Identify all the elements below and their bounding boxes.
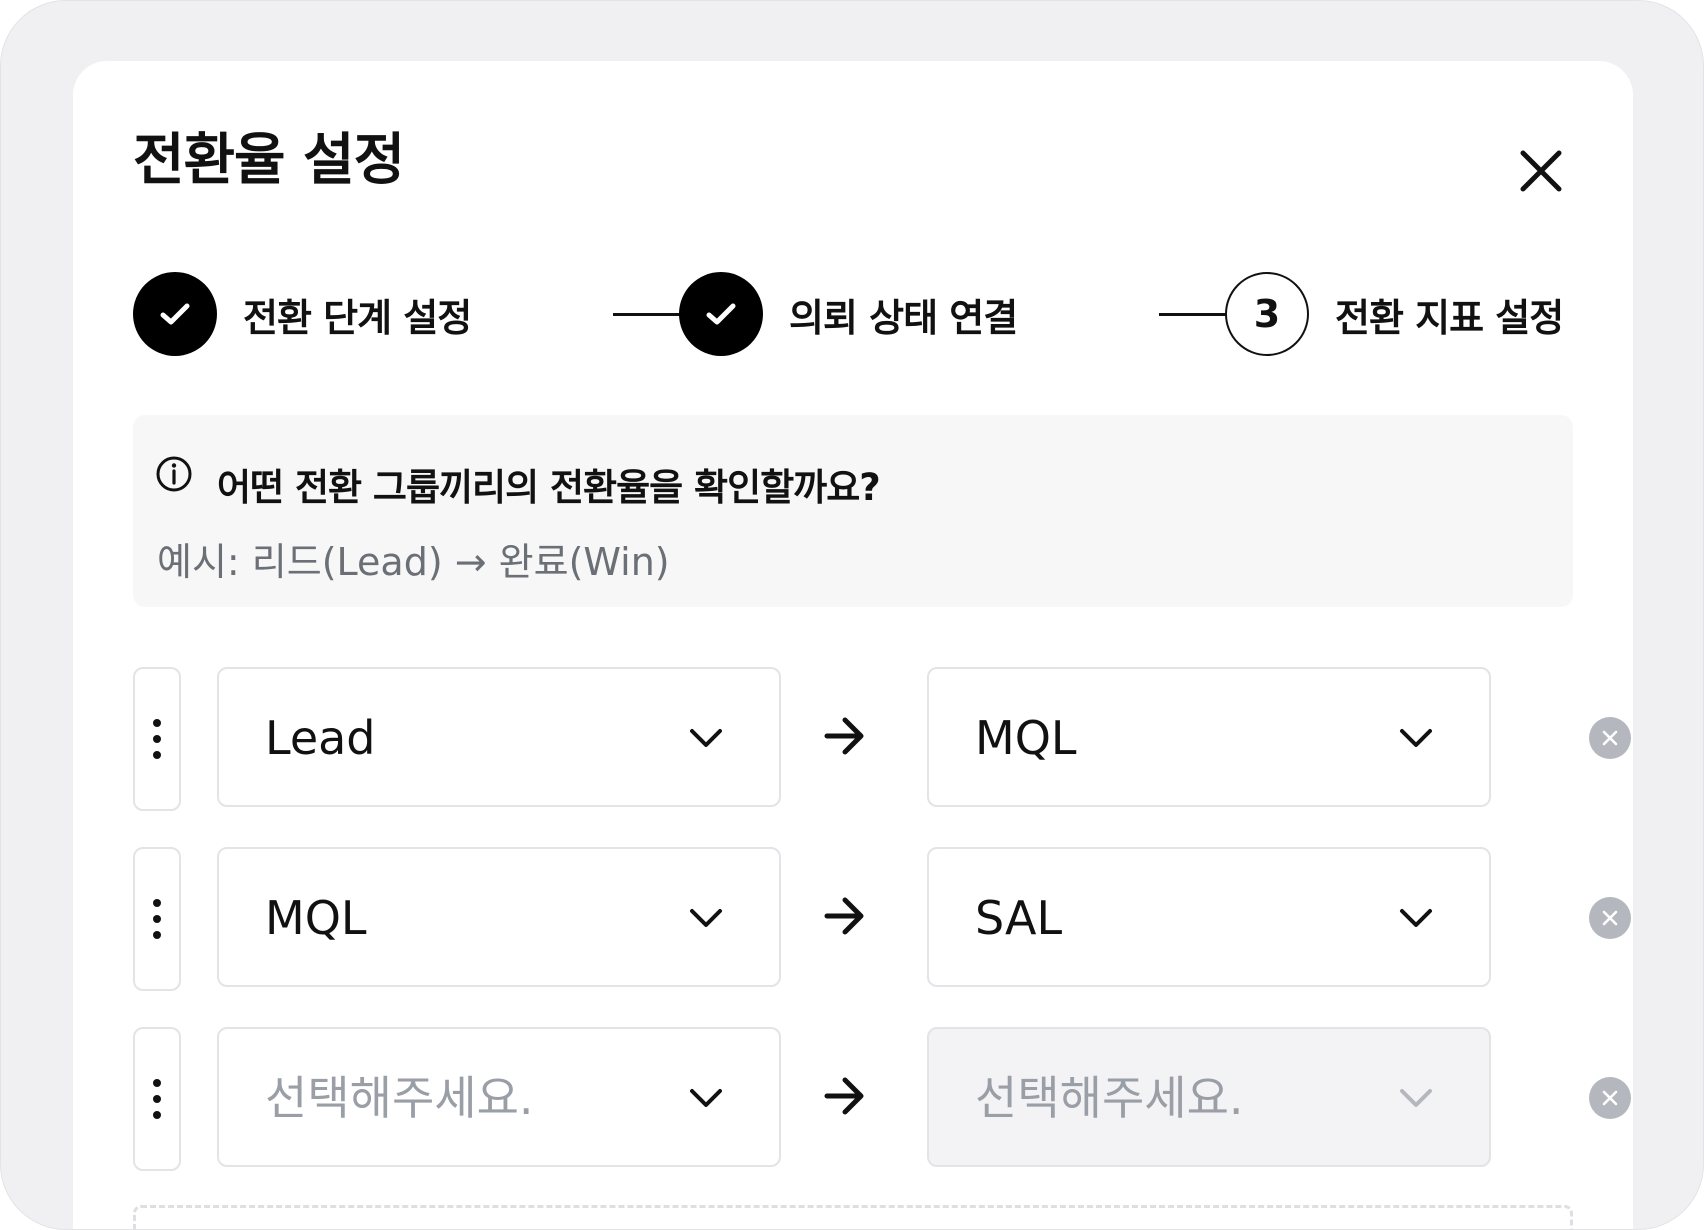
drag-dots-icon <box>153 899 161 939</box>
chevron-down-icon <box>690 729 722 747</box>
info-title: 어떤 전환 그룹끼리의 전환율을 확인할까요? <box>217 466 881 509</box>
step-3-label: 전환 지표 설정 <box>1335 295 1564 340</box>
chevron-down-icon <box>690 1089 722 1107</box>
to-stage-value: MQL <box>975 711 1077 765</box>
step-1: 전환 단계 설정 <box>133 269 472 359</box>
check-icon <box>706 303 736 325</box>
chevron-down-icon <box>690 909 722 927</box>
close-icon <box>1602 1090 1618 1106</box>
from-stage-placeholder: 선택해주세요. <box>265 1071 534 1125</box>
close-button[interactable] <box>1509 139 1573 203</box>
step-1-label: 전환 단계 설정 <box>243 295 472 340</box>
add-row-dropzone[interactable] <box>133 1205 1573 1229</box>
info-example: 예시: 리드(Lead) → 완료(Win) <box>157 540 670 584</box>
from-stage-value: MQL <box>265 891 367 945</box>
close-icon <box>1602 910 1618 926</box>
info-icon <box>156 456 192 492</box>
step-2-label: 의뢰 상태 연결 <box>789 295 1018 340</box>
drag-handle[interactable] <box>133 667 181 811</box>
check-icon <box>160 303 190 325</box>
remove-row-button[interactable] <box>1589 897 1631 939</box>
from-stage-select[interactable]: Lead <box>217 667 781 807</box>
remove-row-button[interactable] <box>1589 717 1631 759</box>
window-frame: 전환율 설정 전환 단계 설정 의뢰 상태 연결 3 전환 지표 설정 어떤 전… <box>0 0 1704 1230</box>
step-2-done-circle <box>679 272 763 356</box>
to-stage-select[interactable]: MQL <box>927 667 1491 807</box>
to-stage-select-disabled: 선택해주세요. <box>927 1027 1491 1167</box>
drag-dots-icon <box>153 1079 161 1119</box>
from-stage-value: Lead <box>265 711 376 765</box>
step-3-number-circle: 3 <box>1225 272 1309 356</box>
modal-title: 전환율 설정 <box>133 128 405 193</box>
info-box: 어떤 전환 그룹끼리의 전환율을 확인할까요? 예시: 리드(Lead) → 완… <box>133 415 1573 607</box>
conversion-row: Lead MQL <box>133 667 1631 811</box>
from-stage-select[interactable]: 선택해주세요. <box>217 1027 781 1167</box>
step-1-done-circle <box>133 272 217 356</box>
remove-row-button[interactable] <box>1589 1077 1631 1119</box>
close-icon <box>1520 150 1562 192</box>
conversion-row: MQL SAL <box>133 847 1631 991</box>
to-stage-placeholder: 선택해주세요. <box>975 1071 1244 1125</box>
arrow-right-icon <box>824 717 864 755</box>
arrow-right-icon <box>824 897 864 935</box>
to-stage-value: SAL <box>975 891 1063 945</box>
to-stage-select[interactable]: SAL <box>927 847 1491 987</box>
step-2: 의뢰 상태 연결 <box>679 269 1018 359</box>
chevron-down-icon <box>1400 1089 1432 1107</box>
stepper: 전환 단계 설정 의뢰 상태 연결 3 전환 지표 설정 <box>133 269 1585 359</box>
conversion-row: 선택해주세요. 선택해주세요. <box>133 1027 1631 1171</box>
from-stage-select[interactable]: MQL <box>217 847 781 987</box>
chevron-down-icon <box>1400 909 1432 927</box>
drag-handle[interactable] <box>133 1027 181 1171</box>
step-3: 3 전환 지표 설정 <box>1225 269 1564 359</box>
arrow-right-icon <box>824 1077 864 1115</box>
conversion-settings-modal: 전환율 설정 전환 단계 설정 의뢰 상태 연결 3 전환 지표 설정 어떤 전… <box>73 61 1633 1229</box>
drag-handle[interactable] <box>133 847 181 991</box>
drag-dots-icon <box>153 719 161 759</box>
close-icon <box>1602 730 1618 746</box>
chevron-down-icon <box>1400 729 1432 747</box>
